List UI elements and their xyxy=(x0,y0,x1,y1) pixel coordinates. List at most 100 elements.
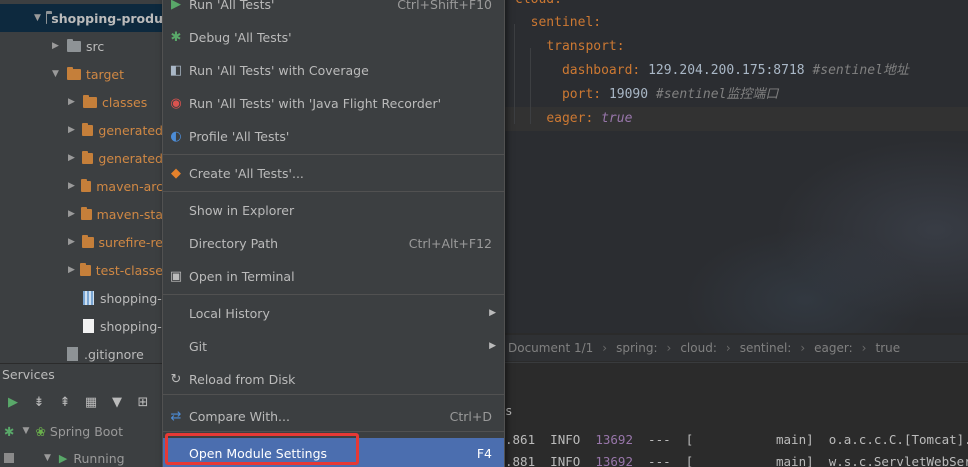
tree-item-label: shopping- xyxy=(100,290,162,306)
breadcrumb: Document 1/1 › spring: › cloud: › sentinel: › ea… xyxy=(505,335,968,361)
chevron-right-icon[interactable]: ▶ xyxy=(68,125,77,135)
menu-item-reload-from-disk[interactable]: ↻ Reload from Disk xyxy=(163,364,504,394)
tree-item-label: generated xyxy=(98,122,163,138)
group-icon[interactable]: ▦ xyxy=(78,395,104,410)
menu-item-compare-with[interactable]: ⇄ Compare With... Ctrl+D xyxy=(163,401,504,431)
log-logger: w.s.c.ServletWebServ xyxy=(828,454,968,467)
tree-item[interactable]: ▶ src xyxy=(0,32,163,60)
menu-separator xyxy=(163,294,504,295)
breadcrumb-item[interactable]: true xyxy=(875,341,900,355)
tree-item-label: test-classe xyxy=(95,262,163,278)
terminal-icon: ▣ xyxy=(169,268,183,284)
chevron-right-icon[interactable]: ▶ xyxy=(68,181,76,191)
running-icon: ▶ xyxy=(58,451,68,465)
breadcrumb-separator-icon: › xyxy=(602,341,608,355)
collapse-all-icon[interactable]: ⇞ xyxy=(52,395,78,410)
tree-item[interactable]: ▶ test-classe xyxy=(0,256,163,284)
tree-item[interactable]: ▶ generated xyxy=(0,116,163,144)
stop-icon[interactable] xyxy=(4,453,14,463)
breadcrumb-item[interactable]: Document 1/1 xyxy=(508,341,593,355)
chevron-right-icon[interactable]: ▶ xyxy=(68,97,78,107)
add-service-icon[interactable]: ⊞ xyxy=(130,395,156,410)
run-icon: ▶ xyxy=(171,0,181,12)
yaml-key: port xyxy=(561,87,594,102)
menu-item-debug-all-tests[interactable]: ✱ Debug 'All Tests' xyxy=(163,22,504,52)
code-line[interactable]: sentinel: xyxy=(505,11,968,35)
tree-item[interactable]: ▶ classes xyxy=(0,88,163,116)
tree-item[interactable]: ▶ maven-arc xyxy=(0,172,163,200)
log-sep: --- xyxy=(648,454,671,467)
chevron-down-icon[interactable]: ▼ xyxy=(22,426,29,436)
highlight-annotation xyxy=(165,433,359,465)
folder-icon xyxy=(83,94,97,108)
folder-icon xyxy=(81,150,94,164)
tree-item[interactable]: ▶ surefire-re xyxy=(0,228,163,256)
menu-item-show-in-explorer[interactable]: Show in Explorer xyxy=(163,195,504,225)
breadcrumb-item[interactable]: eager: xyxy=(814,341,853,355)
tree-item-label: classes xyxy=(102,94,148,110)
chevron-right-icon[interactable]: ▶ xyxy=(68,237,77,247)
yaml-key: cloud xyxy=(515,0,554,7)
menu-item-label: Create 'All Tests'... xyxy=(189,165,304,181)
yaml-key: sentinel xyxy=(530,15,594,30)
log-thread: [ main] xyxy=(685,432,814,447)
console-tab-label: s xyxy=(505,403,513,418)
menu-item-label: Directory Path xyxy=(189,235,279,251)
chevron-right-icon[interactable]: ▶ xyxy=(68,265,75,275)
tree-item[interactable]: ▶ generated xyxy=(0,144,163,172)
services-running-row[interactable]: ▼ ▶ Running xyxy=(4,447,125,467)
running-label: Running xyxy=(73,450,125,466)
code-line[interactable]: transport: xyxy=(505,35,968,59)
menu-item-label: Run 'All Tests' xyxy=(189,0,275,12)
chevron-down-icon[interactable]: ▼ xyxy=(44,453,51,463)
code-line[interactable]: dashboard: 129.204.200.175:8718 #sentine… xyxy=(505,59,968,83)
run-icon[interactable]: ▶ xyxy=(0,395,26,410)
indent-guide xyxy=(530,48,531,124)
log-level: INFO xyxy=(550,432,581,447)
breadcrumb-item[interactable]: cloud: xyxy=(680,341,717,355)
yaml-editor[interactable]: cloud: sentinel: transport: dashboard: 1… xyxy=(505,0,968,333)
tree-item[interactable]: shopping- xyxy=(0,312,163,340)
filter-icon[interactable]: ▼ xyxy=(104,395,130,410)
code-line[interactable]: eager: true xyxy=(505,107,968,131)
menu-item-git[interactable]: Git ▶ xyxy=(163,331,504,361)
breadcrumb-item[interactable]: spring: xyxy=(616,341,657,355)
menu-item-run-all-tests-with-coverage[interactable]: ◧ Run 'All Tests' with Coverage xyxy=(163,55,504,85)
menu-item-label: Debug 'All Tests' xyxy=(189,29,292,45)
menu-item-profile-all-tests[interactable]: ◐ Profile 'All Tests' xyxy=(163,121,504,151)
tree-item[interactable]: ▼ target xyxy=(0,60,163,88)
breadcrumb-separator-icon: › xyxy=(800,341,806,355)
debug-icon: ✱ xyxy=(170,29,182,45)
breadcrumb-separator-icon: › xyxy=(666,341,672,355)
menu-item-local-history[interactable]: Local History ▶ xyxy=(163,298,504,328)
chevron-right-icon[interactable]: ▶ xyxy=(68,209,76,219)
log-pid: 13692 xyxy=(595,432,633,447)
chevron-right-icon[interactable]: ▶ xyxy=(52,41,62,51)
menu-item-open-in-terminal[interactable]: ▣ Open in Terminal xyxy=(163,261,504,291)
tree-item[interactable]: .gitignore xyxy=(0,340,163,363)
tree-item-root[interactable]: ▼ shopping-produ xyxy=(0,4,163,32)
chevron-right-icon[interactable]: ▶ xyxy=(68,153,77,163)
menu-item-create-all-tests[interactable]: ◆ Create 'All Tests'... xyxy=(163,158,504,188)
code-line[interactable]: port: 19090 #sentinel监控端口 xyxy=(505,83,968,107)
tree-item[interactable]: ▶ maven-sta xyxy=(0,200,163,228)
log-line: .861 INFO 13692 --- [ main] o.a.c.c.C.[T… xyxy=(505,432,968,447)
services-spring-boot-row[interactable]: ✱ ▼ ❀ Spring Boot xyxy=(4,420,123,442)
breadcrumb-separator-icon: › xyxy=(861,341,867,355)
debug-icon[interactable]: ✱ xyxy=(4,424,14,439)
menu-item-run-all-tests[interactable]: ▶ Run 'All Tests' Ctrl+Shift+F10 xyxy=(163,0,504,19)
menu-item-directory-path[interactable]: Directory Path Ctrl+Alt+F12 xyxy=(163,228,504,258)
tree-item[interactable]: shopping- xyxy=(0,284,163,312)
services-toolbar: ▶ ⇟ ⇞ ▦ ▼ ⊞ xyxy=(0,391,163,413)
chevron-down-icon[interactable]: ▼ xyxy=(52,69,62,79)
folder-icon xyxy=(67,66,81,80)
breadcrumb-item[interactable]: sentinel: xyxy=(740,341,792,355)
chevron-down-icon[interactable]: ▼ xyxy=(34,13,41,23)
menu-item-run-all-tests-with-java-flight-recorder[interactable]: ◉ Run 'All Tests' with 'Java Flight Recor… xyxy=(163,88,504,118)
breadcrumb-separator-icon: › xyxy=(725,341,731,355)
menu-separator xyxy=(163,154,504,155)
folder-icon xyxy=(80,178,92,192)
expand-all-icon[interactable]: ⇟ xyxy=(26,395,52,410)
run-console[interactable]: s .861 INFO 13692 --- [ main] o.a.c.c.C.… xyxy=(505,362,968,467)
